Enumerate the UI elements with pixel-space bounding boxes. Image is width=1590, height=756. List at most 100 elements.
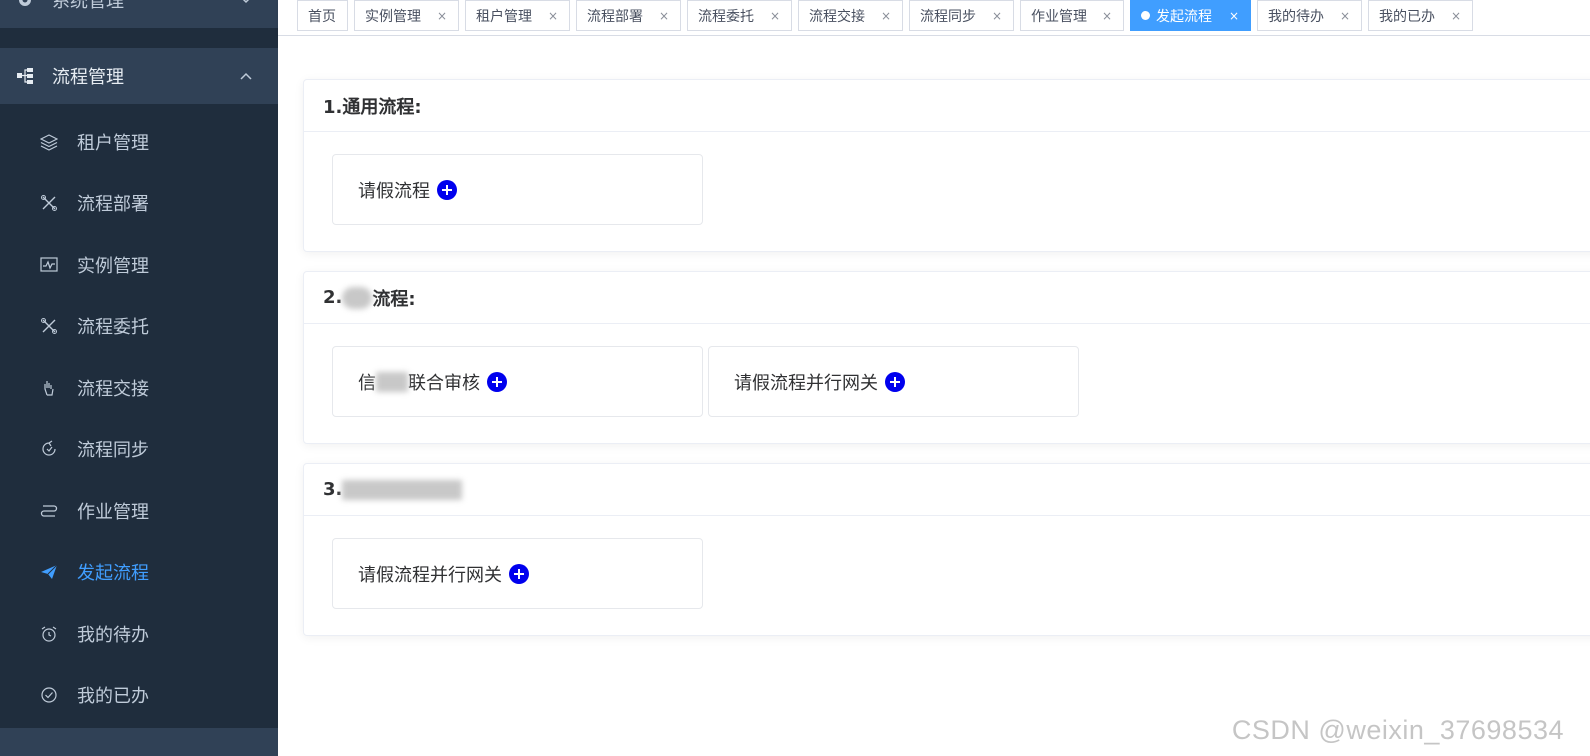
process-name: 请假流程并行网关	[358, 564, 502, 586]
section-title-prefix: 2.	[323, 287, 343, 308]
section-title: 1.通用流程:	[304, 80, 1590, 132]
sidebar-item-instance[interactable]: 实例管理	[0, 234, 278, 296]
process-name: 请假流程并行网关	[734, 372, 878, 394]
sidebar-item-sync[interactable]: 流程同步	[0, 419, 278, 481]
tools-icon	[41, 195, 57, 212]
gear-icon	[19, 0, 31, 6]
close-icon[interactable]: ×	[992, 9, 1002, 23]
flow-tree-icon	[17, 68, 33, 84]
tag-label: 租户管理	[476, 8, 532, 25]
tag-start-process[interactable]: 发起流程 ×	[1130, 0, 1251, 31]
tools-icon	[41, 318, 57, 335]
main-content: 1.通用流程: 请假流程 2. 流程: 信 联合审核 请假流程并行网关 3. 请…	[278, 36, 1590, 756]
close-icon[interactable]: ×	[1229, 9, 1239, 23]
layers-icon	[40, 134, 58, 151]
sidebar-item-label: 发起流程	[77, 563, 149, 585]
tag-label: 我的已办	[1379, 8, 1435, 25]
add-circle-icon[interactable]	[437, 179, 457, 200]
redacted-text	[342, 286, 373, 309]
tag-instance[interactable]: 实例管理 ×	[354, 0, 459, 31]
sidebar-item-label: 作业管理	[77, 501, 149, 523]
sidebar-item-label: 流程交接	[77, 378, 149, 400]
alarm-clock-icon	[41, 626, 57, 642]
sidebar-item-label: 流程同步	[77, 440, 149, 462]
sidebar-item-label: 我的待办	[77, 624, 149, 646]
sidebar-item-delegate[interactable]: 流程委托	[0, 296, 278, 358]
section-card-general: 1.通用流程: 请假流程	[303, 79, 1590, 252]
watermark: CSDN @weixin_37698534	[1231, 715, 1564, 745]
menu-flow-management[interactable]: 流程管理	[0, 48, 278, 104]
process-card[interactable]: 请假流程并行网关	[708, 346, 1079, 417]
section-title-prefix: 3.	[323, 479, 343, 500]
chevron-down-icon	[242, 0, 250, 4]
process-name-prefix: 信	[358, 372, 376, 394]
sidebar-item-done[interactable]: 我的已办	[0, 665, 278, 727]
close-icon[interactable]: ×	[881, 9, 891, 23]
sidebar-item-tenant[interactable]: 租户管理	[0, 111, 278, 173]
process-card[interactable]: 信 联合审核	[332, 346, 703, 417]
close-icon[interactable]: ×	[659, 9, 669, 23]
close-icon[interactable]: ×	[1102, 9, 1112, 23]
sidebar-item-job[interactable]: 作业管理	[0, 480, 278, 542]
sync-icon	[42, 440, 56, 456]
close-icon[interactable]: ×	[548, 9, 558, 23]
process-name: 请假流程	[358, 180, 430, 202]
menu-flow-label: 流程管理	[52, 67, 124, 88]
close-icon[interactable]: ×	[1340, 9, 1350, 23]
sidebar-item-label: 我的已办	[77, 686, 149, 708]
tag-tenant[interactable]: 租户管理 ×	[465, 0, 570, 31]
tag-label: 流程同步	[920, 8, 976, 25]
menu-system-label: 系统管理	[52, 0, 124, 12]
section-title: 3.	[304, 464, 1590, 516]
sidebar: 系统管理 流程管理 租户管理 流程部署 实例管理 流程委托 流程交接 流程同步 …	[0, 0, 278, 756]
tag-label: 我的待办	[1268, 8, 1324, 25]
tag-job[interactable]: 作业管理 ×	[1020, 0, 1124, 31]
tag-label: 作业管理	[1031, 8, 1087, 25]
job-icon	[40, 505, 58, 517]
sidebar-item-label: 流程委托	[77, 317, 149, 339]
tags-view-bar: 首页 实例管理 × 租户管理 × 流程部署 × 流程委托 × 流程交接 × 流程同步 × 作…	[278, 0, 1590, 36]
send-icon	[41, 564, 58, 580]
tag-label: 流程部署	[587, 8, 643, 25]
redacted-text	[376, 371, 408, 392]
sidebar-item-todo[interactable]: 我的待办	[0, 603, 278, 665]
add-circle-icon[interactable]	[885, 371, 905, 392]
process-card[interactable]: 请假流程并行网关	[332, 538, 703, 609]
menu-system-management[interactable]: 系统管理	[0, 0, 278, 28]
tag-label: 发起流程	[1156, 8, 1212, 25]
section-title: 2. 流程:	[304, 272, 1590, 324]
section-card-3: 3. 请假流程并行网关	[303, 463, 1590, 636]
tag-label: 首页	[308, 8, 336, 25]
tag-delegate[interactable]: 流程委托 ×	[687, 0, 792, 31]
sidebar-item-label: 流程部署	[77, 194, 149, 216]
sidebar-next-menu[interactable]	[0, 728, 278, 756]
sidebar-item-label: 实例管理	[77, 255, 149, 277]
tag-handover[interactable]: 流程交接 ×	[798, 0, 903, 31]
redacted-text	[342, 479, 463, 500]
tag-done[interactable]: 我的已办 ×	[1368, 0, 1473, 31]
tag-label: 流程委托	[698, 8, 754, 25]
sidebar-item-label: 租户管理	[77, 132, 149, 154]
tag-label: 实例管理	[365, 8, 421, 25]
tag-todo[interactable]: 我的待办 ×	[1257, 0, 1362, 31]
tag-sync[interactable]: 流程同步 ×	[909, 0, 1014, 31]
sidebar-item-handover[interactable]: 流程交接	[0, 357, 278, 419]
monitor-icon	[40, 257, 58, 272]
sidebar-item-deploy[interactable]: 流程部署	[0, 173, 278, 235]
tag-label: 流程交接	[809, 8, 865, 25]
sidebar-item-start-process[interactable]: 发起流程	[0, 542, 278, 604]
add-circle-icon[interactable]	[487, 371, 507, 392]
tag-deploy[interactable]: 流程部署 ×	[576, 0, 681, 31]
close-icon[interactable]: ×	[770, 9, 780, 23]
process-name: 联合审核	[408, 372, 480, 394]
section-title-suffix: 流程:	[372, 288, 416, 310]
close-icon[interactable]: ×	[437, 9, 447, 23]
tag-home[interactable]: 首页	[297, 0, 348, 31]
chevron-up-icon	[240, 72, 252, 80]
process-card[interactable]: 请假流程	[332, 154, 703, 225]
hand-icon	[44, 380, 54, 396]
add-circle-icon[interactable]	[509, 563, 529, 584]
check-circle-icon	[41, 687, 57, 703]
active-dot-icon	[1141, 11, 1150, 20]
close-icon[interactable]: ×	[1451, 9, 1461, 23]
